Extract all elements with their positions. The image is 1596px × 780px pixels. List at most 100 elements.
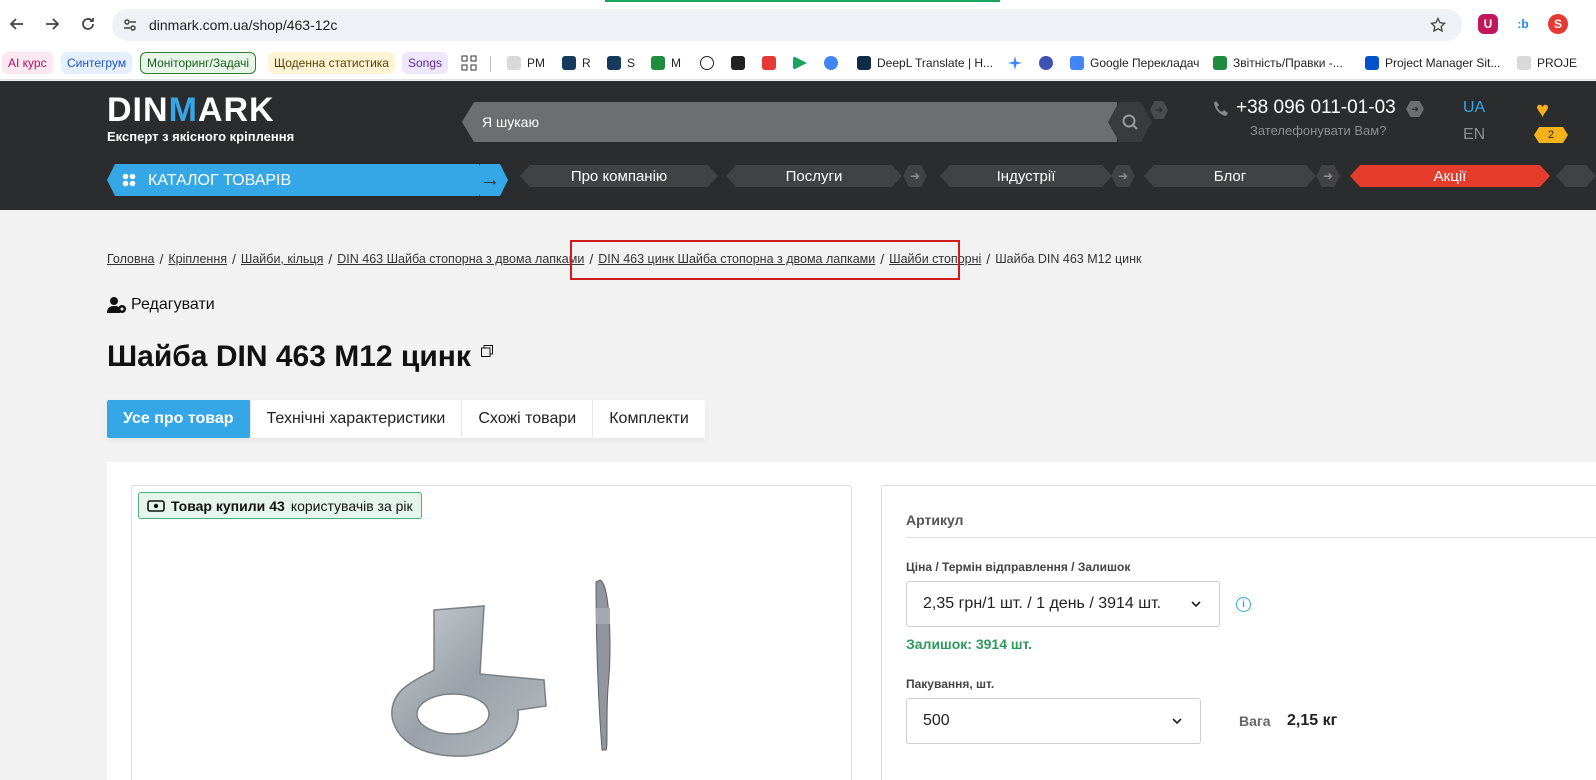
- bookmark-ai-course[interactable]: AI курс: [2, 52, 53, 74]
- tab-kits[interactable]: Комплекти: [593, 400, 705, 438]
- catalog-button[interactable]: КАТАЛОГ ТОВАРІВ: [107, 164, 479, 196]
- bookmark-label: Project Manager Sit...: [1385, 56, 1501, 70]
- bookmark-label: AI курс: [8, 56, 47, 70]
- breadcrumb-din463[interactable]: DIN 463 Шайба стопорна з двома лапками: [337, 252, 584, 266]
- bookmark-r[interactable]: R: [562, 52, 591, 74]
- gemini-bookmark-icon[interactable]: [1008, 52, 1022, 74]
- tab-specifications[interactable]: Технічні характеристики: [251, 400, 463, 438]
- apps-grid-icon[interactable]: [461, 52, 477, 74]
- nav-services-arrow-icon[interactable]: ➜: [903, 165, 927, 187]
- phone-arrow-icon: ➜: [1406, 101, 1424, 117]
- breadcrumb-separator: /: [986, 251, 991, 267]
- extension-b-icon[interactable]: :b: [1513, 14, 1533, 34]
- search-input[interactable]: [482, 114, 1082, 130]
- bookmarks-bar: AI курс Синтегрум Моніторинг/Задачі Щоде…: [0, 48, 1596, 80]
- breadcrumb-home[interactable]: Головна: [107, 252, 155, 266]
- bookmark-sintegrum[interactable]: Синтегрум: [61, 52, 133, 74]
- browser-window: dinmark.com.ua/shop/463-12c U :b S AI ку…: [0, 0, 1596, 780]
- bookmark-icon-7[interactable]: [1039, 52, 1053, 74]
- tab-all-about-product[interactable]: Усе про товар: [107, 400, 251, 438]
- bookmark-label: PROJE: [1537, 56, 1578, 70]
- nav-industries[interactable]: Індустрії: [940, 165, 1112, 187]
- product-image[interactable]: [382, 578, 622, 780]
- packaging-select[interactable]: 500: [906, 698, 1201, 744]
- chevron-down-icon: [1191, 601, 1201, 608]
- nav-promo[interactable]: Акції: [1350, 165, 1550, 187]
- url-text[interactable]: dinmark.com.ua/shop/463-12c: [149, 17, 337, 33]
- copy-icon[interactable]: [480, 345, 493, 357]
- dinmark-logo[interactable]: DINMARK Експерт з якісного кріплення: [107, 93, 294, 144]
- grid-dots-icon: [122, 173, 136, 187]
- nav-services[interactable]: Послуги: [726, 165, 902, 187]
- edit-link[interactable]: Редагувати: [107, 296, 215, 314]
- edit-label: Редагувати: [131, 296, 215, 313]
- reload-button[interactable]: [76, 12, 100, 36]
- nav-blog-arrow-icon[interactable]: ➜: [1316, 165, 1340, 187]
- bookmark-label: DeepL Translate | H...: [877, 56, 994, 70]
- purchase-stats-suffix: користувачів за рік: [290, 497, 413, 514]
- phone-number[interactable]: +38 096 011-01-03: [1236, 97, 1396, 119]
- callback-link[interactable]: Зателефонувати Вам?: [1250, 123, 1386, 138]
- ublock-extension-icon[interactable]: U: [1478, 14, 1498, 34]
- google-translate-icon: [1070, 56, 1084, 70]
- bookmark-s[interactable]: S: [607, 52, 635, 74]
- back-button[interactable]: [5, 12, 29, 36]
- article-label: Артикул: [906, 512, 964, 528]
- bookmark-label: R: [582, 56, 591, 70]
- nav-more[interactable]: [1556, 165, 1596, 187]
- favorites-heart-icon[interactable]: ♥: [1536, 97, 1549, 123]
- nav-blog-label: Блог: [1213, 167, 1247, 185]
- bookmark-star-icon[interactable]: [1430, 17, 1446, 33]
- nav-blog[interactable]: Блог: [1144, 165, 1316, 187]
- chatgpt-bookmark-icon[interactable]: [700, 52, 714, 74]
- nav-promo-label: Акції: [1433, 167, 1467, 185]
- reload-icon: [82, 18, 94, 30]
- bookmark-label: M: [671, 56, 681, 70]
- extension-s-icon[interactable]: S: [1548, 14, 1568, 34]
- bookmark-proj[interactable]: PROJE: [1517, 52, 1577, 74]
- user-settings-icon: [107, 297, 126, 313]
- bookmark-reports[interactable]: Звітність/Правки -...: [1213, 52, 1343, 74]
- play-bookmark-icon[interactable]: [793, 52, 807, 74]
- nav-about[interactable]: Про компанію: [520, 165, 718, 187]
- divider: [906, 537, 1596, 538]
- bookmark-m[interactable]: M: [651, 52, 681, 74]
- sheets-icon: [651, 56, 665, 70]
- bookmark-google-translate[interactable]: Google Перекладач: [1070, 52, 1199, 74]
- purchase-stats-badge: Товар купили 43 користувачів за рік: [138, 492, 422, 519]
- breadcrumb-washers[interactable]: Шайби, кільця: [241, 252, 323, 266]
- bookmark-icon-3[interactable]: [762, 52, 776, 74]
- bookmark-icon-5[interactable]: [824, 52, 838, 74]
- bookmark-label: Моніторинг/Задачі: [147, 56, 250, 70]
- info-icon[interactable]: i: [1236, 597, 1251, 612]
- price-select[interactable]: 2,35 грн/1 шт. / 1 день / 3914 шт.: [906, 581, 1220, 627]
- bookmark-daily-stats[interactable]: Щоденна статистика: [268, 52, 395, 74]
- bookmark-songs[interactable]: Songs: [402, 52, 449, 74]
- lang-en[interactable]: EN: [1463, 126, 1485, 144]
- product-title-text: Шайба DIN 463 M12 цинк: [107, 340, 471, 373]
- bookmark-monitoring[interactable]: Моніторинг/Задачі: [140, 52, 257, 74]
- breadcrumb-separator: /: [159, 251, 164, 267]
- address-bar[interactable]: dinmark.com.ua/shop/463-12c: [112, 9, 1462, 41]
- favorites-count: 2: [1534, 127, 1568, 143]
- stock-status: Залишок: 3914 шт.: [906, 636, 1033, 652]
- search-arrow-icon: ➜: [1150, 101, 1168, 119]
- bookmark-icon-2[interactable]: [731, 52, 745, 74]
- breadcrumb-separator: /: [232, 251, 236, 267]
- annotation-highlight-box: [570, 240, 960, 280]
- breadcrumb-fasteners[interactable]: Кріплення: [168, 252, 227, 266]
- packaging-label: Пакування, шт.: [906, 677, 995, 691]
- lang-ua[interactable]: UA: [1463, 99, 1485, 117]
- bookmark-pm-site[interactable]: Project Manager Sit...: [1365, 52, 1500, 74]
- forward-button[interactable]: [40, 12, 64, 36]
- sheets-icon: [1213, 56, 1227, 70]
- site-settings-icon[interactable]: [122, 17, 138, 33]
- nav-industries-label: Індустрії: [996, 167, 1056, 185]
- search-icon: [1122, 114, 1138, 130]
- bookmark-pm[interactable]: PM: [507, 52, 545, 74]
- search-bar: [462, 102, 1117, 142]
- bookmark-deepl[interactable]: DeepL Translate | H...: [857, 52, 993, 74]
- tab-similar-products[interactable]: Схожі товари: [462, 400, 594, 438]
- trello-icon: [1365, 56, 1379, 70]
- nav-industries-arrow-icon[interactable]: ➜: [1111, 165, 1135, 187]
